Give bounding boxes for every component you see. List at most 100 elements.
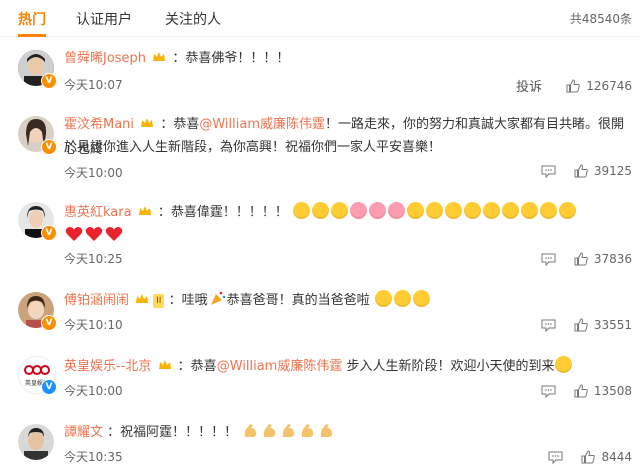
emoji-icon — [331, 202, 349, 219]
comment-text: ：哇哦 — [168, 293, 208, 308]
flex-emoji-row — [241, 424, 336, 440]
flexed-biceps-icon — [264, 424, 276, 437]
comment-author[interactable]: 傅铂涵闹闹 — [64, 293, 129, 308]
comment-item: V 惠英紅kara ：恭喜偉霆！！！！！ 今天10:25 37836 — [0, 188, 640, 284]
crown-icon — [138, 206, 151, 215]
avatar[interactable] — [18, 424, 54, 460]
comment-text: ：恭喜 — [160, 117, 200, 132]
like-button[interactable]: 126746 — [566, 79, 632, 93]
flexed-biceps-icon — [321, 424, 333, 437]
comment-author[interactable]: 霍汶希Mani — [64, 117, 134, 132]
comment-author[interactable]: 曾舜晞Joseph — [64, 51, 146, 66]
comment-time: 今天10:25 — [64, 252, 123, 266]
crown-icon — [136, 294, 149, 303]
comment-text-line2: 於見證你進入人生新階段，為你高興！祝福你們一家人平安喜樂！ — [64, 140, 442, 155]
party-popper-icon — [210, 291, 225, 305]
verified-icon: V — [41, 379, 57, 395]
emoji-icon — [369, 202, 387, 219]
comment-time: 今天10:35 — [64, 450, 123, 464]
tab-bar: 热门 认证用户 关注的人 共48540条 — [0, 0, 640, 37]
comment-author[interactable]: 譚耀文 — [64, 425, 103, 440]
comment-text: 步入人生新阶段！欢迎小天使的到来 — [342, 359, 555, 374]
emoji-icon — [540, 202, 558, 219]
emoji-icon — [559, 202, 577, 219]
emoji-icon — [393, 290, 411, 307]
comment-author[interactable]: 惠英紅kara — [64, 205, 132, 220]
emoji-icon — [293, 202, 311, 219]
reply-icon — [541, 385, 556, 398]
like-icon — [566, 78, 580, 92]
like-count: 39125 — [593, 164, 632, 178]
comment-time: 今天10:00 — [64, 166, 123, 180]
like-icon — [574, 384, 588, 398]
emoji-icon — [350, 202, 368, 219]
verified-icon: V — [41, 73, 57, 89]
emoji-icon — [312, 202, 330, 219]
like-button[interactable]: 33551 — [574, 318, 632, 332]
verified-icon: V — [41, 139, 57, 155]
reply-icon — [548, 451, 563, 464]
like-button[interactable]: 8444 — [581, 450, 632, 464]
tab-following[interactable]: 关注的人 — [165, 9, 221, 29]
comment-author[interactable]: 英皇娱乐--北京 — [64, 359, 151, 374]
comment-item: V 傅铂涵闹闹 II ：哇哦 恭喜爸哥！真的当爸爸啦 今天10:10 33551 — [0, 284, 640, 344]
emoji-icon — [502, 202, 520, 219]
like-icon — [574, 318, 588, 332]
reply-icon — [541, 253, 556, 266]
emoji-icon — [407, 202, 425, 219]
comment-text: ：恭喜佛爷！！！！ — [172, 51, 290, 66]
emoji-icon — [483, 202, 501, 219]
crown-icon — [141, 118, 154, 127]
reply-button[interactable] — [541, 319, 562, 332]
emoji-icon — [445, 202, 463, 219]
comment-text: ：恭喜偉霆！！！！！ — [157, 205, 288, 220]
tab-hot[interactable]: 热门 — [18, 9, 46, 37]
emoji-icon — [426, 202, 444, 219]
like-count: 8444 — [601, 450, 632, 464]
comment-item: V 霍汶希Mani ：恭喜@William威廉陈伟霆！一路走來，你的努力和真誠大… — [0, 102, 640, 188]
comment-text: ：祝福阿霆！！！！！ — [107, 425, 238, 440]
flexed-biceps-icon — [302, 424, 314, 437]
like-button[interactable]: 37836 — [574, 252, 632, 266]
mention-link[interactable]: @William威廉陈伟霆 — [199, 117, 325, 132]
like-count: 37836 — [593, 252, 632, 266]
comment-text: 恭喜爸哥！真的当爸爸啦 — [226, 293, 370, 308]
comment-time: 今天10:10 — [64, 318, 123, 332]
comment-item: 英皇娛樂 V 英皇娱乐--北京 ：恭喜@William威廉陈伟霆 步入人生新阶段… — [0, 344, 640, 408]
emoji-icon — [464, 202, 482, 219]
flexed-biceps-icon — [245, 424, 257, 437]
reply-icon — [541, 165, 556, 178]
emoji-icon — [374, 290, 392, 307]
crown-icon — [158, 360, 171, 369]
comment-total: 共48540条 — [569, 12, 632, 26]
comment-time: 今天10:07 — [64, 78, 123, 92]
crown-icon — [153, 52, 166, 61]
like-button[interactable]: 39125 — [574, 164, 632, 178]
like-icon — [574, 164, 588, 178]
comment-text: ：恭喜 — [177, 359, 217, 374]
comment-item: V 曾舜晞Joseph ：恭喜佛爷！！！！ 今天10:07 投诉 126746 — [0, 36, 640, 102]
heart-row — [64, 225, 124, 244]
reply-button[interactable] — [548, 451, 569, 464]
heart-icon — [65, 227, 83, 241]
reply-button[interactable] — [541, 253, 562, 266]
reply-button[interactable] — [541, 385, 562, 398]
reply-button[interactable] — [541, 165, 562, 178]
emoji-icon — [555, 356, 573, 373]
like-count: 126746 — [586, 78, 632, 93]
like-icon — [581, 450, 596, 464]
tab-verified-users[interactable]: 认证用户 — [76, 9, 132, 29]
like-icon — [574, 252, 588, 266]
mention-link[interactable]: @William威廉陈伟霆 — [217, 359, 343, 374]
flexed-biceps-icon — [283, 424, 295, 437]
reply-icon — [541, 319, 556, 332]
report-button[interactable]: 投诉 — [516, 76, 542, 95]
heart-icon — [105, 227, 123, 241]
emoji-row — [292, 202, 577, 220]
verified-icon: V — [41, 315, 57, 331]
like-button[interactable]: 13508 — [574, 384, 632, 398]
like-count: 13508 — [593, 384, 632, 398]
level-badge: II — [153, 294, 165, 308]
heart-icon — [85, 227, 103, 241]
verified-icon: V — [41, 225, 57, 241]
